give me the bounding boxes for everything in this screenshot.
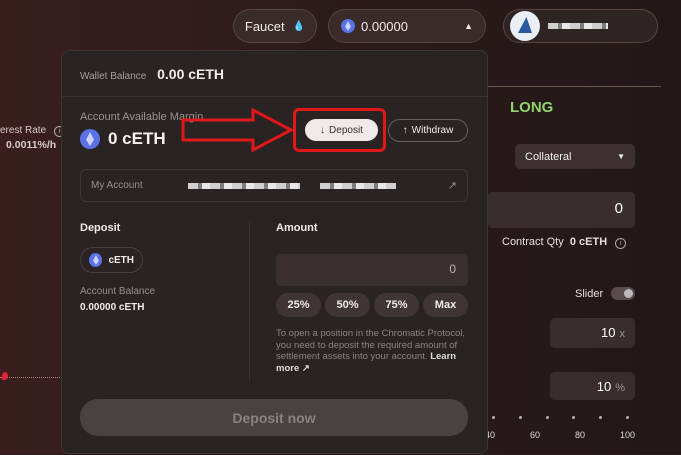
available-margin-value: 0 cETH	[108, 129, 166, 148]
collateral-input[interactable]: 0	[488, 192, 635, 228]
drop-icon: 💧	[292, 20, 306, 32]
amount-section-label: Amount	[276, 222, 318, 234]
faucet-label: Faucet	[244, 18, 285, 34]
pct-50-button[interactable]: 50%	[325, 293, 370, 317]
account-balance-value: 0.00000 cETH	[80, 302, 145, 313]
slider-label: Slider	[575, 288, 604, 300]
helper-text: To open a position in the Chromatic Prot…	[276, 328, 466, 374]
percent-unit: %	[615, 382, 625, 394]
token-label: cETH	[108, 254, 134, 266]
redacted-address	[548, 23, 608, 29]
balance-selector[interactable]: 0.00000 ▲	[328, 9, 486, 43]
contract-qty-label: Contract Qty	[502, 236, 564, 248]
divider	[249, 222, 250, 382]
long-title: LONG	[510, 99, 554, 116]
header-balance-value: 0.00000	[361, 18, 408, 34]
percent-value: 10	[596, 379, 612, 394]
faucet-button[interactable]: Faucet 💧	[233, 9, 317, 43]
available-margin: 0 cETH	[80, 129, 166, 149]
eth-token-icon	[80, 129, 100, 149]
red-arrow-annotation	[181, 108, 293, 153]
chart-marker-icon	[2, 372, 8, 380]
leverage-value: 10	[601, 325, 616, 340]
contract-qty: Contract Qty 0 cETH i	[502, 236, 627, 249]
collateral-label: Collateral	[525, 150, 572, 163]
highlight-annotation	[293, 108, 386, 152]
deposit-now-button[interactable]: Deposit now	[80, 399, 468, 436]
leverage-input[interactable]: 10 x	[550, 318, 635, 348]
my-account-row: My Account ↗	[80, 169, 468, 202]
deposit-section-label: Deposit	[80, 222, 121, 234]
pct-75-button[interactable]: 75%	[374, 293, 419, 317]
withdraw-button[interactable]: ↑ Withdraw	[388, 119, 468, 142]
eth-token-icon	[89, 253, 103, 267]
leverage-unit: x	[619, 328, 626, 340]
caret-down-icon: ▼	[617, 152, 625, 161]
max-button[interactable]: Max	[423, 293, 468, 317]
arrow-up-icon: ↑	[402, 125, 408, 136]
slider-toggle[interactable]	[611, 287, 635, 300]
redacted-address	[319, 182, 396, 189]
collateral-select[interactable]: Collateral ▼	[515, 144, 635, 169]
redacted-address	[187, 182, 300, 189]
my-account-label: My Account	[91, 180, 143, 191]
slider-ticks: 40 60 80 100	[485, 430, 635, 440]
eth-token-icon	[341, 19, 355, 33]
wallet-balance-value: 0.00 cETH	[157, 66, 225, 82]
tick-label: 60	[529, 430, 540, 440]
token-chip[interactable]: cETH	[80, 247, 143, 273]
avatar	[510, 11, 540, 41]
percent-input[interactable]: 10%	[550, 372, 635, 400]
divider	[62, 96, 487, 97]
withdraw-button-label: Withdraw	[411, 125, 454, 136]
wallet-balance: Wallet Balance 0.00 cETH	[80, 66, 224, 82]
interest-rate-value: 0.0011%/h	[6, 139, 57, 151]
interest-rate-label: erest Rate i	[0, 125, 65, 137]
contract-qty-value: 0 cETH	[569, 236, 608, 248]
slider-track[interactable]	[492, 416, 629, 419]
tick-label: 100	[619, 430, 635, 440]
wallet-balance-label: Wallet Balance	[80, 71, 147, 82]
pct-25-button[interactable]: 25%	[276, 293, 321, 317]
percent-buttons: 25% 50% 75% Max	[276, 293, 468, 317]
external-link-icon[interactable]: ↗	[448, 179, 457, 192]
account-menu[interactable]	[503, 9, 658, 43]
info-icon: i	[615, 238, 627, 249]
account-balance-label: Account Balance	[80, 286, 156, 297]
tick-label: 80	[574, 430, 585, 440]
caret-up-icon: ▲	[464, 21, 473, 31]
amount-input[interactable]: 0	[276, 254, 468, 286]
